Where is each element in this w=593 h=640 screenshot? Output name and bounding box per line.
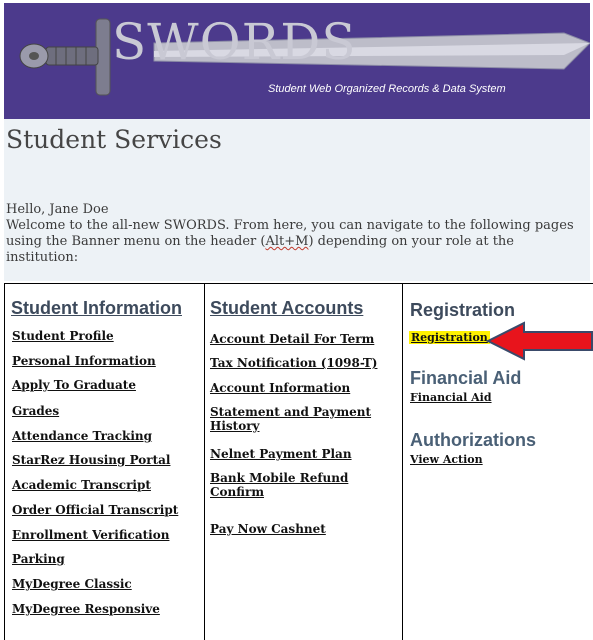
link-mydegree-responsive[interactable]: MyDegree Responsive [12,602,160,616]
swords-banner: SWORDS Student Web Organized Records & D… [4,3,590,119]
link-apply-to-graduate[interactable]: Apply To Graduate [12,378,136,392]
link-student-profile[interactable]: Student Profile [12,329,114,343]
student-accounts-column: Student Accounts Account Detail For Term… [204,284,403,640]
link-starrez-housing-portal[interactable]: StarRez Housing Portal [12,453,170,467]
financial-aid-heading: Financial Aid [410,368,522,388]
link-personal-information[interactable]: Personal Information [12,354,156,368]
link-pay-now-cashnet[interactable]: Pay Now Cashnet [210,522,326,536]
link-financial-aid[interactable]: Financial Aid [410,391,492,404]
link-account-detail-for-term[interactable]: Account Detail For Term [210,332,374,346]
welcome-text: Hello, Jane Doe Welcome to the all-new S… [6,202,590,266]
link-view-action[interactable]: View Action [410,453,483,466]
link-tax-notification[interactable]: Tax Notification (1098-T) [210,356,377,370]
link-attendance-tracking[interactable]: Attendance Tracking [12,429,152,443]
red-arrow-icon [486,321,593,361]
welcome-paragraph: Welcome to the all-new SWORDS. From here… [6,218,590,266]
link-registration[interactable]: Registration [409,331,490,344]
registration-heading: Registration [410,300,516,320]
link-nelnet-payment-plan[interactable]: Nelnet Payment Plan [210,447,352,461]
link-academic-transcript[interactable]: Academic Transcript [12,478,151,492]
banner-subtitle: Student Web Organized Records & Data Sys… [268,83,506,95]
link-account-information[interactable]: Account Information [210,381,350,395]
page-title: Student Services [6,125,222,154]
student-information-heading: Student Information [11,298,182,318]
greeting-line: Hello, Jane Doe [6,202,109,217]
link-bank-mobile-refund-confirm[interactable]: Bank Mobile Refund Confirm [210,471,385,499]
student-information-column: Student Information Student Profile Pers… [4,284,205,640]
student-accounts-heading: Student Accounts [210,298,364,318]
link-mydegree-classic[interactable]: MyDegree Classic [12,577,132,591]
authorizations-heading: Authorizations [410,430,536,450]
banner-logo-text: SWORDS [112,13,357,71]
link-enrollment-verification[interactable]: Enrollment Verification [12,528,169,542]
link-statement-and-payment-history[interactable]: Statement and Payment History [210,405,385,433]
link-parking[interactable]: Parking [12,552,65,566]
shortcut-key: Alt+M [265,234,309,249]
link-order-official-transcript[interactable]: Order Official Transcript [12,503,178,517]
link-grades[interactable]: Grades [12,404,59,418]
